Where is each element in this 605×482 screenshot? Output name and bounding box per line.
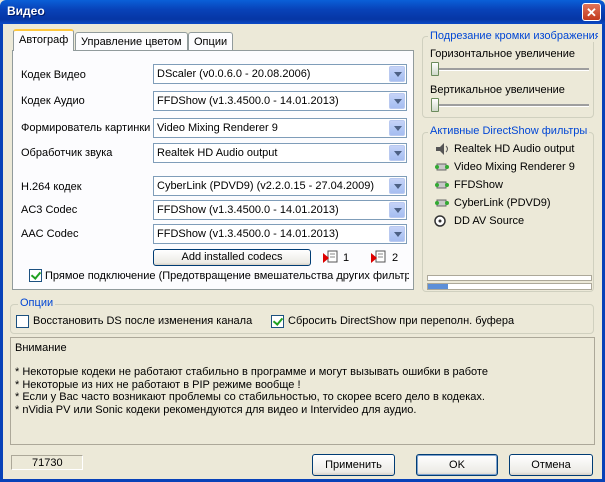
direct-connect-label: Прямое подключение (Предотвращение вмеша… — [45, 270, 409, 282]
slider-thumb[interactable] — [431, 98, 439, 112]
chevron-down-icon[interactable] — [389, 120, 405, 136]
ok-label: OK — [449, 459, 465, 471]
slider-track — [431, 68, 589, 71]
filter-icon — [435, 163, 449, 171]
restore-ds-label: Восстановить DS после изменения канала — [33, 315, 253, 327]
audio-codec-label: Кодек Аудио — [21, 95, 85, 107]
notes-list: * Некоторые кодеки не работают стабильно… — [15, 366, 488, 416]
chevron-down-icon[interactable] — [389, 93, 405, 109]
counter-1: 1 — [343, 252, 350, 264]
tab-label: Автограф — [19, 34, 69, 46]
filter-label: Realtek HD Audio output — [454, 143, 575, 155]
ac3-select[interactable]: FFDShow (v1.3.4500.0 - 14.01.2013) — [153, 200, 407, 220]
list-item[interactable]: Realtek HD Audio output — [434, 143, 575, 156]
codec-list-icon[interactable] — [323, 249, 339, 265]
aac-select[interactable]: FFDShow (v1.3.4500.0 - 14.01.2013) — [153, 224, 407, 244]
apply-label: Применить — [325, 459, 382, 471]
audio-codec-select[interactable]: FFDShow (v1.3.4500.0 - 14.01.2013) — [153, 91, 407, 111]
status-value: 71730 — [32, 457, 63, 469]
close-icon: ✕ — [586, 5, 597, 20]
aac-label: AAC Codec — [21, 228, 79, 240]
ac3-label: AC3 Codec — [21, 204, 78, 216]
cancel-label: Отмена — [531, 459, 571, 471]
vertical-zoom-label: Вертикальное увеличение — [430, 84, 565, 96]
video-codec-value: DScaler (v0.0.6.0 - 20.08.2006) — [157, 68, 311, 80]
tab-label: Опции — [194, 36, 228, 48]
reset-ds-label: Сбросить DirectShow при переполн. буфера — [288, 315, 515, 327]
video-codec-select[interactable]: DScaler (v0.0.6.0 - 20.08.2006) — [153, 64, 407, 84]
speaker-icon — [436, 143, 448, 156]
cancel-button[interactable]: Отмена — [509, 454, 593, 476]
audio-handler-value: Realtek HD Audio output — [157, 147, 278, 159]
notes-line: * nVidia PV или Sonic кодеки рекомендуют… — [15, 403, 417, 416]
options-group-title: Опции — [18, 297, 56, 309]
horizontal-zoom-label: Горизонтальное увеличение — [430, 48, 575, 60]
status-field: 71730 — [11, 455, 83, 470]
audio-handler-select[interactable]: Realtek HD Audio output — [153, 143, 407, 163]
restore-ds-checkbox[interactable] — [16, 315, 29, 328]
list-item[interactable]: FFDShow — [434, 179, 503, 191]
add-codecs-label: Add installed codecs — [181, 251, 283, 263]
counter-2: 2 — [392, 252, 399, 264]
filter-icon — [435, 199, 449, 207]
notes-line: * Некоторые кодеки не работают стабильно… — [15, 366, 488, 378]
chevron-down-icon[interactable] — [389, 226, 405, 242]
filter-icon — [435, 181, 449, 189]
video-codec-label: Кодек Видео — [21, 69, 86, 81]
list-item[interactable]: CyberLink (PDVD9) — [434, 197, 551, 209]
aac-value: FFDShow (v1.3.4500.0 - 14.01.2013) — [157, 228, 339, 240]
filters-list[interactable]: Realtek HD Audio output Video Mixing Ren… — [427, 138, 590, 270]
h264-label: H.264 кодек — [21, 181, 82, 193]
tab-label: Управление цветом — [81, 36, 182, 48]
title-bar: Видео ✕ — [0, 0, 605, 24]
tab-color-management[interactable]: Управление цветом — [75, 32, 188, 50]
renderer-select[interactable]: Video Mixing Renderer 9 — [153, 118, 407, 138]
codec-list-icon[interactable] — [371, 249, 387, 265]
renderer-value: Video Mixing Renderer 9 — [157, 122, 278, 134]
list-item[interactable]: Video Mixing Renderer 9 — [434, 161, 575, 173]
disc-icon — [434, 215, 446, 227]
slider-thumb[interactable] — [431, 62, 439, 76]
filters-group-title: Активные DirectShow фильтры — [428, 125, 590, 137]
close-button[interactable]: ✕ — [582, 3, 601, 21]
direct-connect-checkbox[interactable] — [29, 269, 42, 282]
notes-heading: Внимание — [15, 342, 67, 354]
filters-scrollbar[interactable] — [427, 275, 592, 281]
filter-label: DD AV Source — [454, 215, 525, 227]
progress-fill — [428, 284, 448, 289]
apply-button[interactable]: Применить — [312, 454, 395, 476]
horizontal-zoom-slider[interactable] — [431, 62, 589, 76]
notes-line: * Если у Вас часто возникают проблемы со… — [15, 391, 485, 403]
h264-select[interactable]: CyberLink (PDVD9) (v2.2.0.15 - 27.04.200… — [153, 176, 407, 196]
audio-codec-value: FFDShow (v1.3.4500.0 - 14.01.2013) — [157, 95, 339, 107]
filter-label: FFDShow — [454, 179, 503, 191]
chevron-down-icon[interactable] — [389, 66, 405, 82]
list-item[interactable]: DD AV Source — [434, 215, 524, 227]
filters-progress — [427, 283, 592, 290]
h264-value: CyberLink (PDVD9) (v2.2.0.15 - 27.04.200… — [157, 180, 375, 192]
chevron-down-icon[interactable] — [389, 202, 405, 218]
tab-autograph[interactable]: Автограф — [13, 29, 75, 51]
vertical-zoom-slider[interactable] — [431, 98, 589, 112]
tab-options[interactable]: Опции — [188, 32, 234, 50]
slider-track — [431, 104, 589, 107]
filter-label: CyberLink (PDVD9) — [454, 197, 551, 209]
chevron-down-icon[interactable] — [389, 145, 405, 161]
audio-handler-label: Обработчик звука — [21, 147, 113, 159]
crop-group-title: Подрезание кромки изображения — [428, 30, 598, 42]
chevron-down-icon[interactable] — [389, 178, 405, 194]
notes-line: * Некоторые из них не работают в PIP реж… — [15, 378, 301, 391]
ok-button[interactable]: OK — [416, 454, 498, 476]
reset-ds-checkbox[interactable] — [271, 315, 284, 328]
renderer-label: Формирователь картинки — [21, 122, 151, 134]
filter-label: Video Mixing Renderer 9 — [454, 161, 575, 173]
window-title: Видео — [7, 4, 45, 18]
ac3-value: FFDShow (v1.3.4500.0 - 14.01.2013) — [157, 204, 339, 216]
add-installed-codecs-button[interactable]: Add installed codecs — [153, 249, 311, 266]
